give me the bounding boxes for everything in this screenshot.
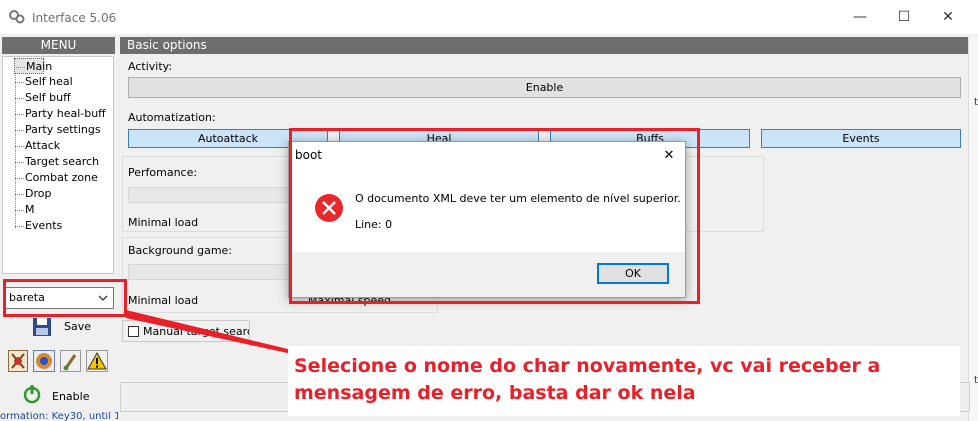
annotation-box: Selecione o nome do char novamente, vc v…: [288, 346, 960, 416]
annotation-text: Selecione o nome do char novamente, vc v…: [294, 355, 881, 404]
